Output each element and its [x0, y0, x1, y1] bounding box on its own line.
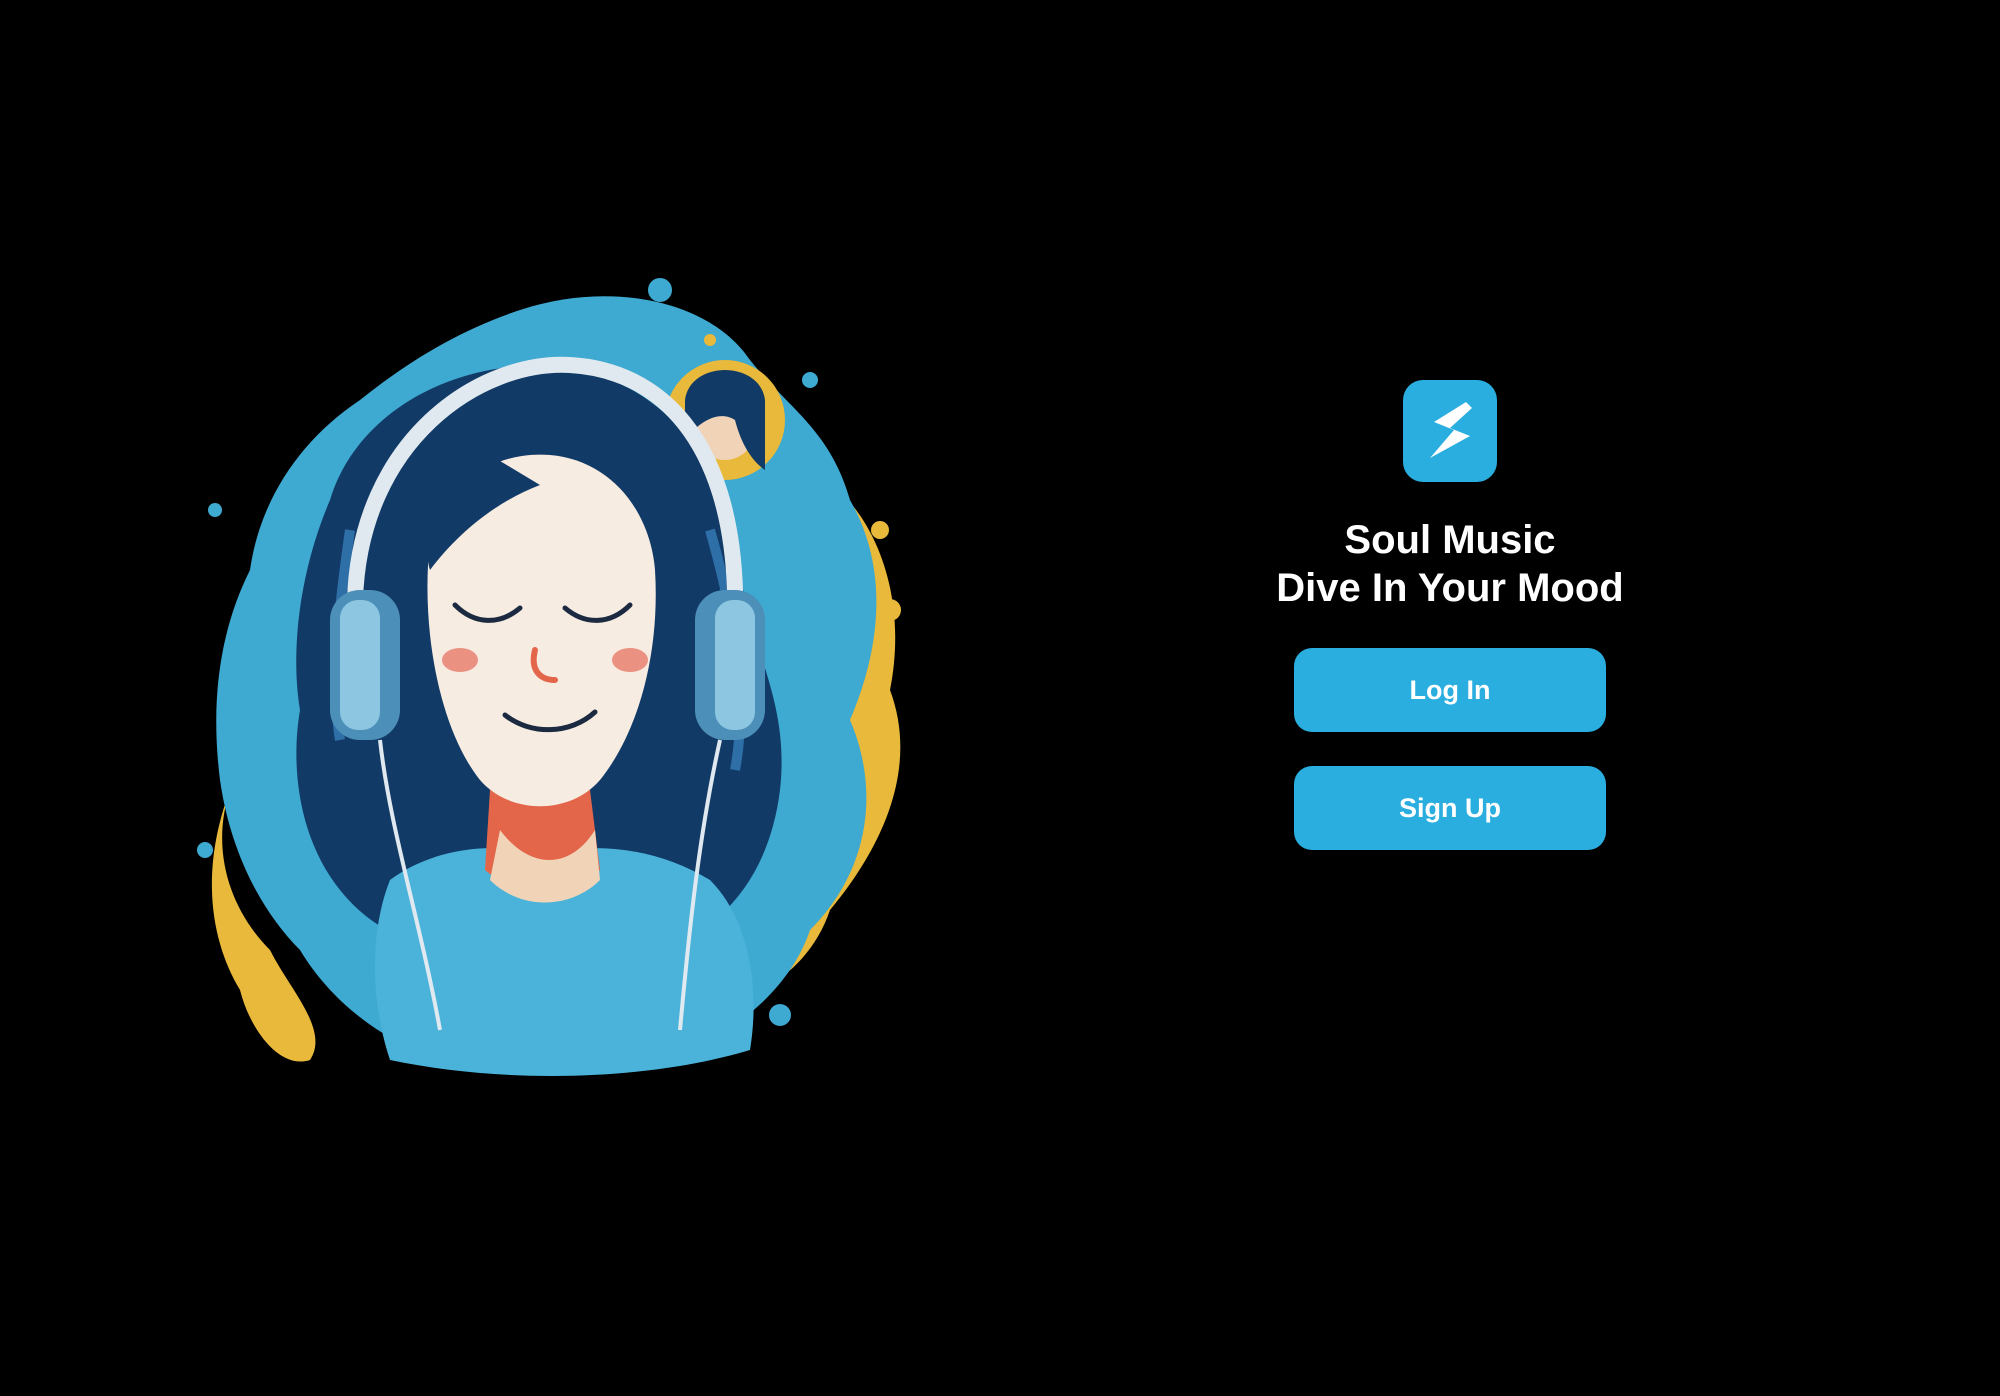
- welcome-screen: Soul Music Dive In Your Mood Log In Sign…: [0, 0, 2000, 1396]
- welcome-panel: Soul Music Dive In Your Mood Log In Sign…: [1250, 380, 1650, 850]
- lightning-s-logo-icon: [1430, 402, 1472, 458]
- signup-button[interactable]: Sign Up: [1294, 766, 1606, 850]
- girl-with-headphones-illustration: [190, 270, 950, 1090]
- app-title: Soul Music: [1344, 518, 1556, 562]
- app-tagline: Dive In Your Mood: [1276, 566, 1624, 610]
- login-button[interactable]: Log In: [1294, 648, 1606, 732]
- title-block: Soul Music Dive In Your Mood: [1276, 516, 1623, 612]
- app-logo: [1403, 380, 1497, 482]
